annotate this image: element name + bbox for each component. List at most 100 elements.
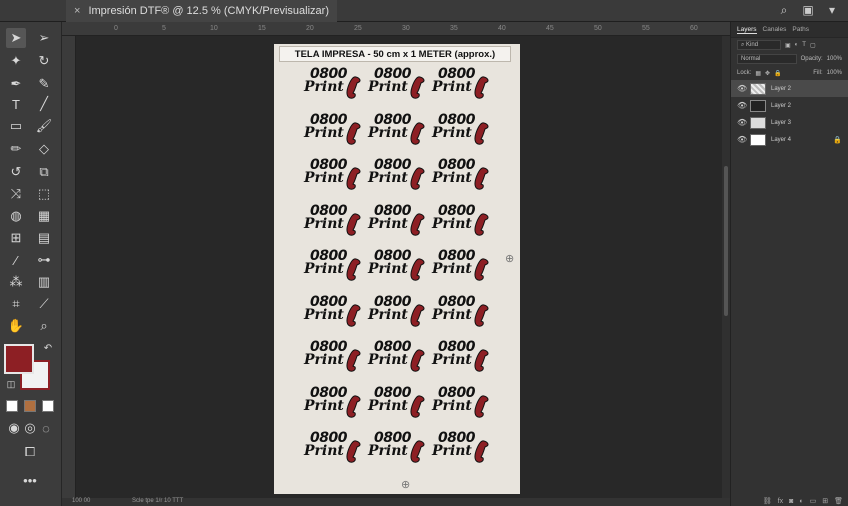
phone-handset-icon bbox=[346, 212, 361, 236]
link-layers-icon[interactable]: ⛓ bbox=[763, 497, 772, 505]
rectangle-tool-icon[interactable]: ▭ bbox=[6, 116, 26, 136]
document-tab[interactable]: × Impresión DTF® @ 12.5 % (CMYK/Previsua… bbox=[66, 0, 337, 22]
shape-builder-tool-icon[interactable]: ◍ bbox=[6, 206, 26, 226]
panel-footer: ⛓ fx ◙ ◐ ▭ ⊞ 🗑 bbox=[731, 496, 848, 506]
magic-wand-tool-icon[interactable]: ✦ bbox=[6, 51, 26, 71]
vertical-scrollbar[interactable] bbox=[722, 36, 730, 498]
opacity-value[interactable]: 100% bbox=[827, 56, 842, 62]
column-graph-tool-icon[interactable]: ▥ bbox=[34, 272, 54, 292]
phone-handset-icon bbox=[474, 303, 489, 327]
more-tools-icon[interactable]: ••• bbox=[20, 470, 40, 490]
new-layer-icon[interactable]: ⊞ bbox=[822, 497, 828, 505]
logo-tile: 0800 Print bbox=[366, 248, 428, 294]
mask-icon[interactable]: ◙ bbox=[789, 498, 793, 505]
layer-name[interactable]: Layer 3 bbox=[771, 120, 791, 126]
layer-name[interactable]: Layer 2 bbox=[771, 86, 791, 92]
blend-tool-icon[interactable]: ⊶ bbox=[34, 250, 54, 270]
none-swatch[interactable] bbox=[42, 400, 54, 412]
type-tool-icon[interactable]: T bbox=[6, 94, 26, 114]
logo-tile: 0800 Print bbox=[302, 339, 364, 385]
screen-mode-icon[interactable]: ⧠ bbox=[20, 442, 40, 462]
filter-shape-icon[interactable]: ▢ bbox=[810, 42, 816, 49]
ruler-tick: 15 bbox=[258, 25, 266, 32]
document-artboard[interactable]: TELA IMPRESA - 50 cm x 1 METER (approx.)… bbox=[274, 44, 520, 494]
logo-tile: 0800 Print bbox=[366, 430, 428, 476]
lock-position-icon[interactable]: ✥ bbox=[765, 70, 770, 77]
symbol-sprayer-tool-icon[interactable]: ⁂ bbox=[6, 272, 26, 292]
pen-tool-icon[interactable]: ✒ bbox=[6, 74, 26, 94]
search-icon[interactable]: ⌕ bbox=[776, 3, 792, 18]
delete-layer-icon[interactable]: 🗑 bbox=[834, 497, 843, 505]
warp-tool-icon[interactable]: ⤨ bbox=[6, 184, 26, 204]
lasso-tool-icon[interactable]: ↻ bbox=[34, 51, 54, 71]
ruler-tick: 5 bbox=[162, 25, 166, 32]
layer-row[interactable]: 👁 Layer 2 bbox=[731, 97, 848, 114]
blend-mode-select[interactable]: Normal bbox=[737, 54, 797, 64]
scale-tool-icon[interactable]: ⧉ bbox=[34, 162, 54, 182]
mesh-tool-icon[interactable]: ⊞ bbox=[6, 228, 26, 248]
ruler-tick: 50 bbox=[594, 25, 602, 32]
fill-color-swatch[interactable] bbox=[6, 400, 18, 412]
eyedropper-tool-icon[interactable]: ⁄ bbox=[6, 250, 26, 270]
layer-name[interactable]: Layer 4 bbox=[771, 137, 791, 143]
lock-pixels-icon[interactable]: ▦ bbox=[755, 70, 761, 77]
tab-layers[interactable]: Layers bbox=[737, 26, 757, 34]
gradient-tool-icon[interactable]: ▤ bbox=[34, 228, 54, 248]
default-colors-icon[interactable]: ◫ bbox=[1, 374, 21, 394]
tab-channels[interactable]: Canales bbox=[763, 26, 787, 33]
layer-thumbnail bbox=[750, 133, 766, 146]
rotate-tool-icon[interactable]: ↺ bbox=[6, 162, 26, 182]
visibility-eye-icon[interactable]: 👁 bbox=[737, 101, 747, 110]
curvature-pen-tool-icon[interactable]: ✎ bbox=[34, 74, 54, 94]
filter-type-icon[interactable]: T bbox=[802, 42, 806, 48]
logo-tile: 0800 Print bbox=[302, 203, 364, 249]
close-tab-icon[interactable]: × bbox=[74, 5, 80, 17]
view-icon[interactable]: ▾ bbox=[824, 3, 840, 18]
tab-paths[interactable]: Paths bbox=[792, 26, 809, 33]
scrollbar-thumb[interactable] bbox=[724, 166, 728, 316]
zoom-tool-icon[interactable]: ⌕ bbox=[34, 316, 54, 336]
layer-name[interactable]: Layer 2 bbox=[771, 103, 791, 109]
zoom-readout[interactable]: 100 00 bbox=[72, 498, 90, 504]
hand-tool-icon[interactable]: ✋ bbox=[6, 316, 26, 336]
filter-row: ⌕ Kind ▣ ◐ T ▢ bbox=[731, 38, 848, 52]
eraser-tool-icon[interactable]: ◇ bbox=[34, 139, 54, 159]
draw-inside-icon[interactable]: ◌ bbox=[36, 418, 56, 438]
logo-tile: 0800 Print bbox=[430, 157, 492, 203]
fill-value[interactable]: 100% bbox=[827, 70, 842, 76]
perspective-grid-tool-icon[interactable]: ▦ bbox=[34, 206, 54, 226]
swap-colors-icon[interactable]: ↶ bbox=[38, 338, 58, 358]
filter-pixel-icon[interactable]: ▣ bbox=[785, 42, 791, 49]
phone-handset-icon bbox=[474, 121, 489, 145]
logo-word: Print bbox=[304, 170, 344, 186]
slice-tool-icon[interactable]: ⟋ bbox=[34, 294, 54, 314]
selection-tool-icon[interactable]: ➤ bbox=[6, 28, 26, 48]
new-group-icon[interactable]: ▭ bbox=[810, 497, 817, 505]
pencil-tool-icon[interactable]: ✏ bbox=[6, 139, 26, 159]
layer-row[interactable]: 👁 Layer 4 🔒 bbox=[731, 131, 848, 148]
crosshair-icon: ⊕ bbox=[401, 479, 411, 491]
logo-word: Print bbox=[304, 352, 344, 368]
layer-row[interactable]: 👁 Layer 3 bbox=[731, 114, 848, 131]
filter-adjust-icon[interactable]: ◐ bbox=[795, 42, 799, 48]
phone-handset-icon bbox=[346, 167, 361, 190]
foreground-color-swatch[interactable] bbox=[4, 344, 34, 374]
fx-icon[interactable]: fx bbox=[778, 498, 783, 505]
visibility-eye-icon[interactable]: 👁 bbox=[737, 84, 747, 93]
line-tool-icon[interactable]: ╱ bbox=[34, 94, 54, 114]
visibility-eye-icon[interactable]: 👁 bbox=[737, 135, 747, 144]
phone-handset-icon bbox=[346, 258, 361, 281]
phone-handset-icon bbox=[346, 121, 361, 145]
gradient-swatch[interactable] bbox=[24, 400, 36, 412]
brush-tool-icon[interactable]: 🖌 bbox=[34, 116, 54, 136]
lock-all-icon[interactable]: 🔒 bbox=[774, 70, 781, 77]
canvas-area[interactable]: TELA IMPRESA - 50 cm x 1 METER (approx.)… bbox=[76, 36, 722, 498]
kind-filter-select[interactable]: ⌕ Kind bbox=[737, 40, 781, 50]
layer-row[interactable]: 👁 Layer 2 bbox=[731, 80, 848, 97]
direct-selection-tool-icon[interactable]: ➢ bbox=[34, 28, 54, 48]
visibility-eye-icon[interactable]: 👁 bbox=[737, 118, 747, 127]
adjustment-icon[interactable]: ◐ bbox=[799, 498, 803, 505]
free-transform-tool-icon[interactable]: ⬚ bbox=[34, 184, 54, 204]
window-icon[interactable]: ▣ bbox=[800, 3, 816, 18]
artboard-tool-icon[interactable]: ⌗ bbox=[6, 294, 26, 314]
